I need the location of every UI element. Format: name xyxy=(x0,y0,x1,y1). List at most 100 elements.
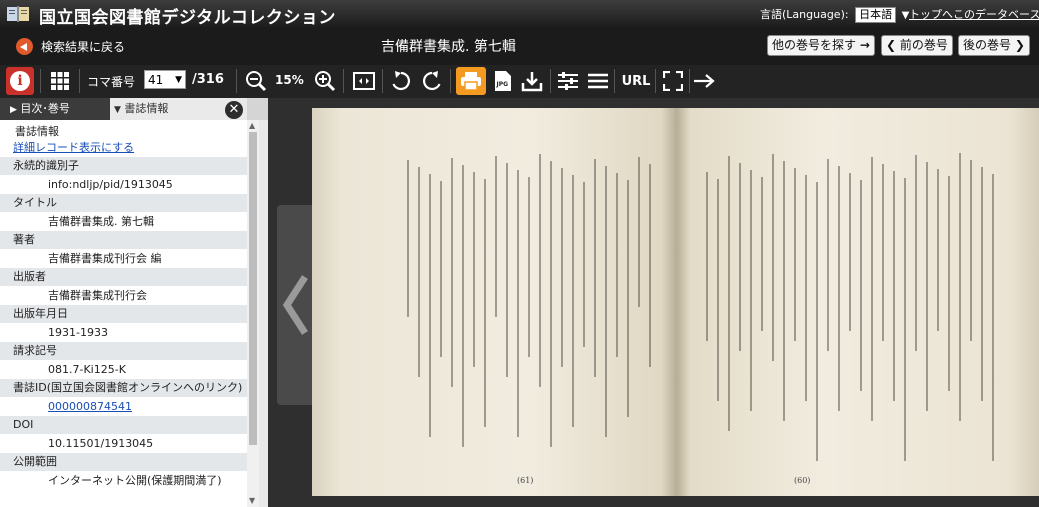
bibliographic-list: 書誌情報 詳細レコード表示にする 永続的識別子 info:ndljp/pid/19… xyxy=(0,120,247,507)
language-label: 言語(Language): xyxy=(760,8,849,21)
toolbar-divider xyxy=(655,69,656,93)
settings-button[interactable] xyxy=(554,67,582,95)
field-value: 10.11501/1913045 xyxy=(0,434,247,453)
text-column xyxy=(761,177,763,331)
text-column xyxy=(981,167,983,401)
fit-page-button[interactable] xyxy=(350,67,378,95)
jpeg-download-button[interactable]: JPG xyxy=(489,67,517,95)
url-button[interactable]: URL xyxy=(619,67,653,95)
text-column xyxy=(937,169,939,331)
chevron-down-icon: ▼ xyxy=(175,75,182,85)
text-column xyxy=(893,171,895,401)
toolbar-divider xyxy=(450,69,451,93)
field-label: DOI xyxy=(0,416,247,434)
left-page xyxy=(312,108,676,496)
text-column xyxy=(550,161,552,447)
field-label: 請求記号 xyxy=(0,342,247,360)
field-value: 吉備群書集成. 第七輯 xyxy=(0,212,247,231)
text-column xyxy=(627,180,629,417)
text-column xyxy=(462,165,464,447)
text-column xyxy=(970,160,972,341)
text-column xyxy=(561,168,563,367)
text-column xyxy=(517,170,519,437)
library-logo[interactable] xyxy=(6,4,32,23)
scrollbar[interactable]: ▲ ▼ xyxy=(247,120,259,507)
info-icon: i xyxy=(10,71,30,91)
viewer-toolbar: i コマ番号 41 ▼ /316 15% JPG URL xyxy=(0,65,1039,98)
text-column xyxy=(484,179,486,427)
settings-icon xyxy=(558,72,578,90)
text-column xyxy=(528,177,530,357)
text-column xyxy=(959,153,961,421)
book-spread[interactable]: (61) (60) xyxy=(312,108,1039,496)
print-button[interactable] xyxy=(456,67,486,95)
language-selector: 言語(Language): 日本語 ▼ xyxy=(760,6,913,23)
field-label: 出版者 xyxy=(0,268,247,286)
top-link[interactable]: トップへ xyxy=(909,6,953,22)
fullscreen-button[interactable] xyxy=(659,67,687,95)
field-label: 出版年月日 xyxy=(0,305,247,323)
text-column xyxy=(728,156,730,431)
about-database-link[interactable]: このデータベースに xyxy=(953,6,1039,22)
rotate-right-icon xyxy=(423,71,441,91)
next-issue-label: 後の巻号 xyxy=(963,38,1012,52)
toolbar-divider xyxy=(550,69,551,93)
scroll-down-icon[interactable]: ▼ xyxy=(249,496,255,505)
tab-toc[interactable]: ▶ 目次･巻号 xyxy=(0,98,110,120)
language-select[interactable]: 日本語 xyxy=(855,7,897,23)
fullscreen-icon xyxy=(663,71,683,91)
text-column xyxy=(849,173,851,331)
prev-issue-label: 前の巻号 xyxy=(899,38,948,52)
detail-record-link[interactable]: 詳細レコード表示にする xyxy=(0,140,247,157)
download-button[interactable] xyxy=(518,67,546,95)
field-value-link[interactable]: 000000874541 xyxy=(0,397,247,416)
zoom-in-button[interactable] xyxy=(311,67,339,95)
find-other-issue-label: 他の巻号を探す xyxy=(772,38,857,52)
frame-number-value: 41 xyxy=(148,73,164,87)
triangle-down-icon: ▼ xyxy=(114,105,121,115)
reading-direction-button[interactable] xyxy=(690,67,718,95)
text-column xyxy=(539,154,541,387)
text-column xyxy=(948,176,950,391)
text-column xyxy=(805,175,807,401)
frame-number-select[interactable]: 41 ▼ xyxy=(144,70,186,89)
zoom-out-button[interactable] xyxy=(242,67,270,95)
scrollbar-thumb[interactable] xyxy=(249,132,257,445)
text-column xyxy=(440,181,442,357)
rotate-left-button[interactable] xyxy=(387,67,415,95)
toolbar-divider xyxy=(40,69,41,93)
find-other-issue-button[interactable]: 他の巻号を探す → xyxy=(767,35,875,56)
menu-button[interactable] xyxy=(584,67,612,95)
site-header: 国立国会図書館デジタルコレクション 言語(Language): 日本語 ▼ トッ… xyxy=(0,0,1039,28)
back-icon[interactable] xyxy=(16,38,33,55)
toolbar-divider xyxy=(79,69,80,93)
field-value: 吉備群書集成刊行会 xyxy=(0,286,247,305)
prev-issue-button[interactable]: ❮ 前の巻号 xyxy=(881,35,953,56)
title-bar: 検索結果に戻る 吉備群書集成. 第七輯 他の巻号を探す → ❮ 前の巻号 後の巻… xyxy=(0,27,1039,65)
side-panel: ▶ 目次･巻号 ▼ 書誌情報 ✕ 書誌情報 詳細レコード表示にする 永続的識別子… xyxy=(0,98,268,507)
rotate-right-button[interactable] xyxy=(418,67,446,95)
frame-number-label: コマ番号 xyxy=(87,75,136,89)
text-column xyxy=(473,172,475,367)
text-column xyxy=(904,178,906,461)
frame-total: /316 xyxy=(192,72,224,87)
text-column xyxy=(407,160,409,317)
scroll-up-icon[interactable]: ▲ xyxy=(249,121,255,130)
field-list: 永続的識別子 info:ndljp/pid/1913045 タイトル 吉備群書集成. … xyxy=(0,157,247,490)
site-title[interactable]: 国立国会図書館デジタルコレクション xyxy=(39,3,336,28)
field-value: info:ndljp/pid/1913045 xyxy=(0,175,247,194)
info-button[interactable]: i xyxy=(6,67,34,95)
zoom-level: 15% xyxy=(275,73,304,87)
text-column xyxy=(860,180,862,391)
fit-icon xyxy=(353,72,375,90)
arrow-right-icon: → xyxy=(859,38,870,52)
back-to-results-link[interactable]: 検索結果に戻る xyxy=(41,38,125,55)
book-title: 吉備群書集成. 第七輯 xyxy=(381,39,516,55)
text-column xyxy=(649,164,651,367)
zoom-out-icon xyxy=(246,71,267,92)
next-issue-button[interactable]: 後の巻号 ❯ xyxy=(958,35,1030,56)
thumbnail-grid-button[interactable] xyxy=(46,67,74,95)
close-icon[interactable]: ✕ xyxy=(225,101,243,119)
text-column xyxy=(638,157,640,307)
circle-arrow-left-icon: ❮ xyxy=(886,38,897,52)
